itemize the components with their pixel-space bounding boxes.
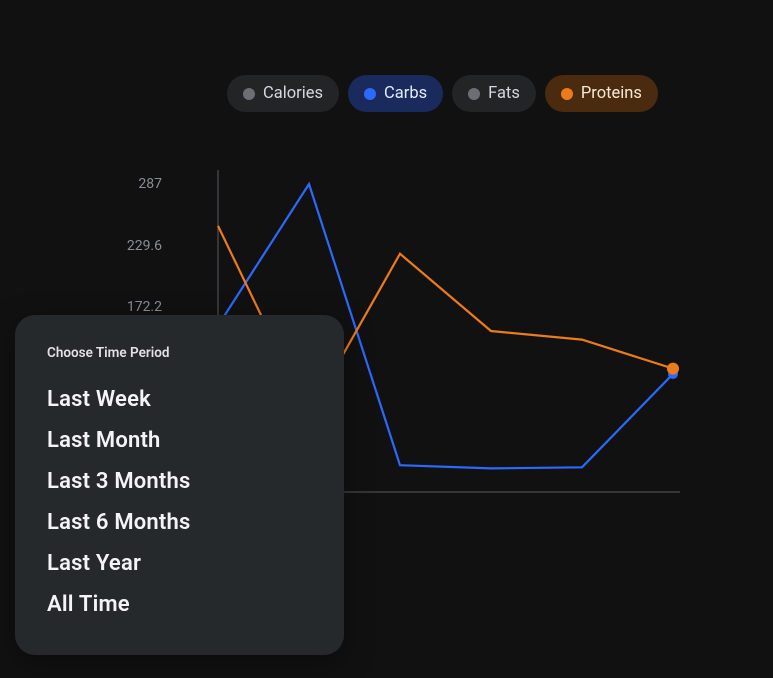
dot-icon <box>561 88 573 100</box>
popover-options: Last WeekLast MonthLast 3 MonthsLast 6 M… <box>47 379 312 625</box>
chart-legend: Calories Carbs Fats Proteins <box>227 75 658 112</box>
legend-label: Fats <box>488 84 520 103</box>
time-period-option[interactable]: Last 6 Months <box>47 502 312 543</box>
time-period-option[interactable]: All Time <box>47 584 312 625</box>
legend-item-fats[interactable]: Fats <box>452 75 536 112</box>
legend-item-calories[interactable]: Calories <box>227 75 339 112</box>
legend-label: Carbs <box>384 84 427 103</box>
time-period-option[interactable]: Last Week <box>47 379 312 420</box>
series-endpoint-dot <box>667 363 679 375</box>
time-period-popover: Choose Time Period Last WeekLast MonthLa… <box>15 315 344 655</box>
dot-icon <box>243 88 255 100</box>
popover-title: Choose Time Period <box>47 345 312 361</box>
dot-icon <box>364 88 376 100</box>
y-tick-label: 172.2 <box>127 299 162 315</box>
time-period-option[interactable]: Last Year <box>47 543 312 584</box>
dot-icon <box>468 88 480 100</box>
legend-item-proteins[interactable]: Proteins <box>545 75 658 112</box>
legend-label: Proteins <box>581 84 642 103</box>
time-period-option[interactable]: Last Month <box>47 420 312 461</box>
legend-item-carbs[interactable]: Carbs <box>348 75 443 112</box>
y-tick-label: 287 <box>138 176 162 192</box>
y-tick-label: 229.6 <box>127 238 162 254</box>
time-period-option[interactable]: Last 3 Months <box>47 461 312 502</box>
legend-label: Calories <box>263 84 323 103</box>
